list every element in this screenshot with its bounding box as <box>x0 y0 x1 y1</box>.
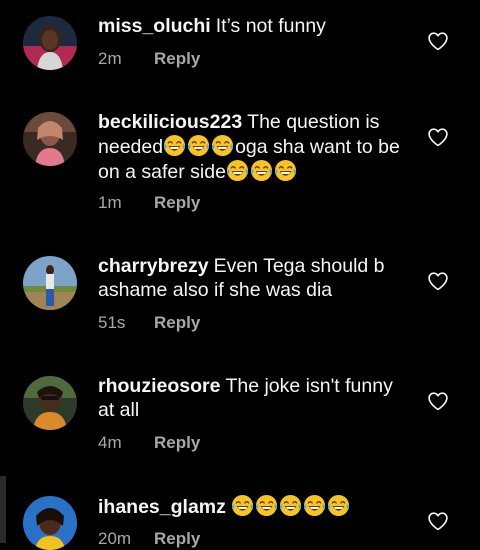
laughing-emoji-icon <box>231 494 254 517</box>
laughing-emoji-icon <box>211 134 234 157</box>
comment-text: charrybrezy Even Tega should b ashame als… <box>98 254 413 302</box>
laughing-emoji-icon <box>250 159 273 182</box>
comment-timestamp: 2m <box>98 49 122 68</box>
comment-timestamp: 20m <box>98 529 132 548</box>
reply-button[interactable]: Reply <box>154 49 200 68</box>
heart-icon[interactable] <box>427 127 449 147</box>
comment-text: rhouzieosore The joke isn't funny at all <box>98 374 413 422</box>
heart-icon[interactable] <box>427 271 449 291</box>
avatar[interactable] <box>23 256 77 310</box>
scrollbar[interactable] <box>0 476 6 543</box>
laughing-emoji-icon <box>255 494 278 517</box>
heart-icon[interactable] <box>427 511 449 531</box>
laughing-emoji-icon <box>327 494 350 517</box>
comment-body: It’s not funny <box>215 15 326 37</box>
comment-text: ihanes_glamz <box>98 494 413 519</box>
comment-meta: 4m Reply <box>98 433 200 453</box>
laughing-emoji-icon <box>279 494 302 517</box>
comment-username[interactable]: rhouzieosore <box>98 375 220 397</box>
avatar[interactable] <box>23 376 77 430</box>
comment-meta: 51s Reply <box>98 313 200 333</box>
reply-button[interactable]: Reply <box>154 529 200 548</box>
comment-text: miss_oluchi It’s not funny <box>98 14 413 38</box>
reply-button[interactable]: Reply <box>154 433 200 452</box>
comment-meta: 2m Reply <box>98 49 200 69</box>
laughing-emoji-icon <box>303 494 326 517</box>
comment-meta: 20m Reply <box>98 529 200 549</box>
comment-username[interactable]: ihanes_glamz <box>98 496 226 518</box>
laughing-emoji-icon <box>274 159 297 182</box>
comment-timestamp: 1m <box>98 193 122 212</box>
avatar[interactable] <box>23 16 77 70</box>
comment-meta: 1m Reply <box>98 193 200 213</box>
reply-button[interactable]: Reply <box>154 193 200 212</box>
avatar[interactable] <box>23 112 77 166</box>
comment-timestamp: 51s <box>98 313 126 332</box>
comment-username[interactable]: miss_oluchi <box>98 15 211 37</box>
laughing-emoji-icon <box>226 159 249 182</box>
avatar[interactable] <box>23 496 77 550</box>
comment-text: beckilicious223 The question is needed oga… <box>98 110 413 184</box>
laughing-emoji-icon <box>163 134 186 157</box>
heart-icon[interactable] <box>427 391 449 411</box>
comment-username[interactable]: charrybrezy <box>98 255 209 277</box>
comment-username[interactable]: beckilicious223 <box>98 111 242 133</box>
laughing-emoji-icon <box>187 134 210 157</box>
reply-button[interactable]: Reply <box>154 313 200 332</box>
comment-timestamp: 4m <box>98 433 122 452</box>
heart-icon[interactable] <box>427 31 449 51</box>
